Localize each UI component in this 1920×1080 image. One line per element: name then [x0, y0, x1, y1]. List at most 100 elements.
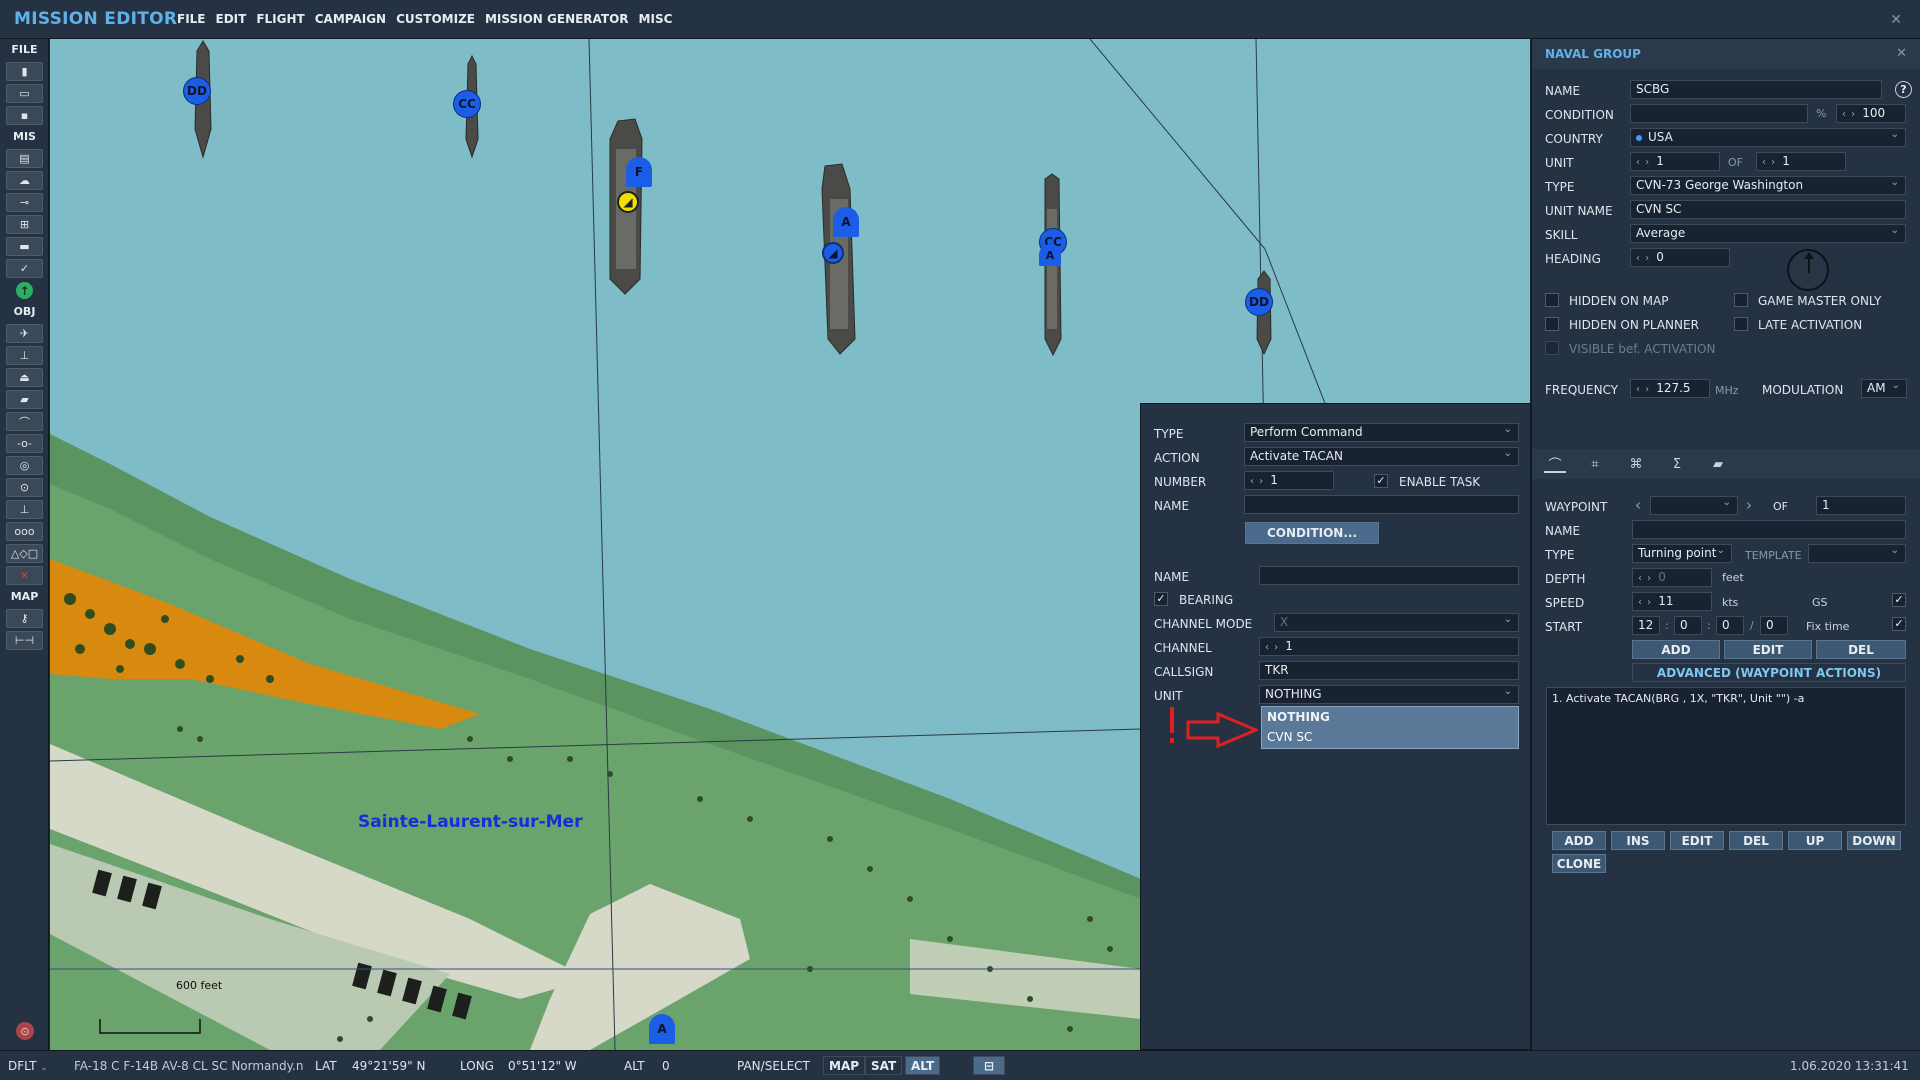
delete-button[interactable]: ✕ — [6, 566, 43, 585]
map-layers-button[interactable]: ⊟ — [973, 1056, 1005, 1075]
country-select[interactable]: USA ⌄ — [1630, 128, 1906, 147]
tab-targets[interactable]: ⌗ — [1584, 455, 1606, 473]
heading-dial[interactable] — [1787, 249, 1829, 291]
unit-destroyer-2[interactable]: DD — [1245, 288, 1273, 316]
start-seconds-input[interactable]: 0 — [1716, 616, 1744, 635]
unit-select[interactable]: NOTHING ⌄ — [1259, 685, 1519, 704]
hidden-on-map-checkbox[interactable] — [1545, 293, 1559, 307]
add-shapes-button[interactable]: △◇□ — [6, 544, 43, 563]
action-down-button[interactable]: DOWN — [1847, 831, 1901, 850]
unit-name-input[interactable]: CVN SC — [1630, 200, 1906, 219]
triggers-button[interactable]: ⊸ — [6, 193, 43, 212]
add-static-button[interactable]: -o- — [6, 434, 43, 453]
action-add-button[interactable]: ADD — [1552, 831, 1606, 850]
menu-misc[interactable]: MISC — [634, 12, 678, 26]
list-item[interactable]: 1. Activate TACAN(BRG , 1X, "TKR", Unit … — [1552, 692, 1900, 705]
waypoint-prev-button[interactable]: ‹ — [1635, 496, 1641, 514]
action-ins-button[interactable]: INS — [1611, 831, 1665, 850]
unit-attack-marker-3[interactable]: A — [649, 1014, 675, 1044]
menu-customize[interactable]: CUSTOMIZE — [391, 12, 480, 26]
zones-button[interactable]: ⊞ — [6, 215, 43, 234]
layer-select[interactable]: DFLT ⌄ — [8, 1059, 48, 1073]
number-stepper[interactable]: ‹ › 1 — [1244, 471, 1334, 490]
unit-type-select[interactable]: CVN-73 George Washington ⌄ — [1630, 176, 1906, 195]
channel-stepper[interactable]: ‹ › 1 — [1259, 637, 1519, 656]
action-clone-button[interactable]: CLONE — [1552, 854, 1606, 873]
action-del-button[interactable]: DEL — [1729, 831, 1783, 850]
frequency-stepper[interactable]: ‹ › 127.5 — [1630, 379, 1710, 398]
map-options-button[interactable]: ⚷ — [6, 609, 43, 628]
unit-option-cvn-sc[interactable]: CVN SC — [1262, 727, 1518, 747]
unit-attack-marker-1[interactable]: A — [833, 207, 859, 237]
action-select[interactable]: Activate TACAN ⌄ — [1244, 447, 1519, 466]
menu-campaign[interactable]: CAMPAIGN — [310, 12, 391, 26]
weather-button[interactable]: ☁ — [6, 171, 43, 190]
group-name-input[interactable]: SCBG — [1630, 80, 1882, 99]
pan-select-label[interactable]: PAN/SELECT — [737, 1059, 810, 1073]
carrier-2-marker[interactable]: ◢ — [822, 242, 844, 264]
visible-before-activation-checkbox[interactable] — [1545, 341, 1559, 355]
tacan-name-input[interactable] — [1259, 566, 1519, 585]
callsign-input[interactable]: TKR — [1259, 661, 1519, 680]
action-edit-button[interactable]: EDIT — [1670, 831, 1724, 850]
add-train-button[interactable]: ⌒ — [6, 412, 43, 431]
waypoint-next-button[interactable]: › — [1746, 496, 1752, 514]
resource-button[interactable]: ▬ — [6, 237, 43, 256]
tab-summary[interactable]: Σ — [1666, 455, 1688, 473]
tab-payload[interactable]: ⌘ — [1625, 455, 1647, 473]
unit-option-nothing[interactable]: NOTHING — [1262, 707, 1518, 727]
enable-task-checkbox[interactable]: ✓ — [1374, 474, 1388, 488]
condition-stepper[interactable]: ‹ › 100 — [1836, 104, 1906, 123]
modulation-select[interactable]: AM ⌄ — [1861, 379, 1907, 398]
add-group-button[interactable]: ooo — [6, 522, 43, 541]
alt-view-button[interactable]: ALT — [905, 1056, 941, 1075]
waypoint-name-input[interactable] — [1632, 520, 1906, 539]
menu-file[interactable]: FILE — [172, 12, 211, 26]
speed-stepper[interactable]: ‹ › 11 — [1632, 592, 1712, 611]
late-activation-checkbox[interactable] — [1734, 317, 1748, 331]
add-plane-button[interactable]: ✈ — [6, 324, 43, 343]
game-master-only-checkbox[interactable] — [1734, 293, 1748, 307]
depth-stepper[interactable]: ‹ › 0 — [1632, 568, 1712, 587]
unit-attack-marker-2[interactable]: A — [1039, 244, 1061, 266]
close-icon[interactable]: ✕ — [1890, 12, 1902, 28]
advanced-waypoint-actions-button[interactable]: ADVANCED (WAYPOINT ACTIONS) — [1632, 663, 1906, 682]
satellite-view-button[interactable]: SAT — [865, 1056, 903, 1075]
template-select[interactable]: ⌄ — [1808, 544, 1906, 563]
unit-stepper[interactable]: ‹ › 1 — [1630, 152, 1720, 171]
menu-edit[interactable]: EDIT — [211, 12, 252, 26]
heading-stepper[interactable]: ‹ › 0 — [1630, 248, 1730, 267]
start-hours-input[interactable]: 12 — [1632, 616, 1660, 635]
start-day-input[interactable]: 0 — [1760, 616, 1788, 635]
help-icon[interactable]: ? — [1895, 81, 1912, 98]
tab-failures[interactable]: ▰ — [1707, 455, 1729, 473]
task-type-select[interactable]: Perform Command ⌄ — [1244, 423, 1519, 442]
unit-total-stepper[interactable]: ‹ › 1 — [1756, 152, 1846, 171]
map-view-button[interactable]: MAP — [823, 1056, 866, 1075]
open-file-button[interactable]: ▭ — [6, 84, 43, 103]
goals-button[interactable]: ↑ — [6, 281, 43, 300]
add-ship-button[interactable]: ⏏ — [6, 368, 43, 387]
action-up-button[interactable]: UP — [1788, 831, 1842, 850]
briefing-button[interactable]: ▤ — [6, 149, 43, 168]
unit-destroyer-1[interactable]: DD — [183, 77, 211, 105]
menu-mission-generator[interactable]: MISSION GENERATOR — [480, 12, 634, 26]
new-file-button[interactable]: ▮ — [6, 62, 43, 81]
close-icon[interactable]: ✕ — [1896, 46, 1907, 61]
condition-input[interactable] — [1630, 104, 1808, 123]
waypoint-select[interactable]: ⌄ — [1650, 496, 1738, 515]
add-farp-button[interactable]: ⊥ — [6, 500, 43, 519]
add-ring-button[interactable]: ⊙ — [6, 478, 43, 497]
menu-flight[interactable]: FLIGHT — [251, 12, 309, 26]
add-helicopter-button[interactable]: ⊥ — [6, 346, 43, 365]
wp-add-button[interactable]: ADD — [1632, 640, 1720, 659]
skill-select[interactable]: Average ⌄ — [1630, 224, 1906, 243]
bearing-checkbox[interactable]: ✓ — [1154, 592, 1168, 606]
waypoint-type-select[interactable]: Turning point ⌄ — [1632, 544, 1732, 563]
add-vehicle-button[interactable]: ▰ — [6, 390, 43, 409]
ruler-button[interactable]: ⊢⊣ — [6, 631, 43, 650]
tab-route[interactable]: ⌒ — [1544, 455, 1566, 473]
check-button[interactable]: ✓ — [6, 259, 43, 278]
start-minutes-input[interactable]: 0 — [1674, 616, 1702, 635]
settings-icon[interactable]: ⊙ — [16, 1022, 34, 1040]
